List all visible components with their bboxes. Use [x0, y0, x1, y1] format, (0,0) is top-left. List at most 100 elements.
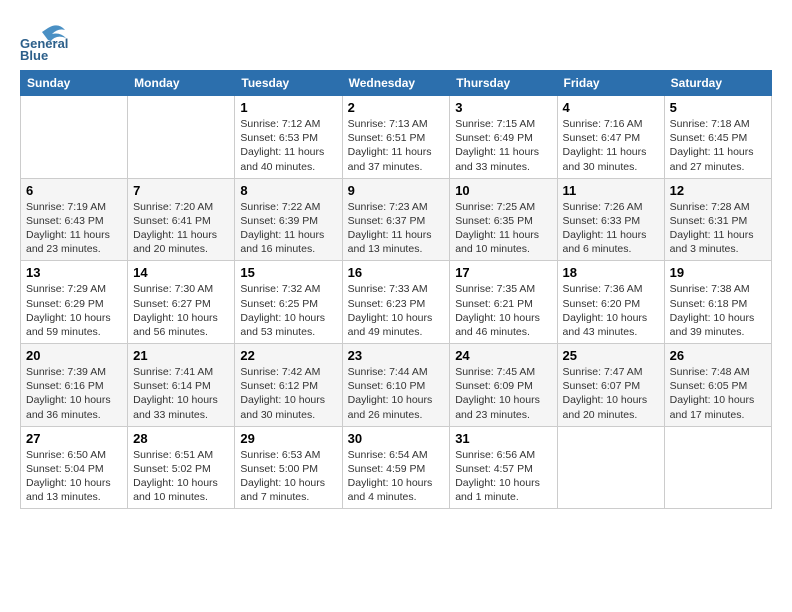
day-info: Sunrise: 7:35 AM Sunset: 6:21 PM Dayligh… — [455, 282, 551, 339]
col-header-sunday: Sunday — [21, 71, 128, 96]
col-header-tuesday: Tuesday — [235, 71, 342, 96]
day-info: Sunrise: 7:13 AM Sunset: 6:51 PM Dayligh… — [348, 117, 445, 174]
day-number: 26 — [670, 348, 766, 363]
calendar-cell: 19 Sunrise: 7:38 AM Sunset: 6:18 PM Dayli… — [664, 261, 771, 344]
day-info: Sunrise: 6:50 AM Sunset: 5:04 PM Dayligh… — [26, 448, 122, 505]
day-info: Sunrise: 7:48 AM Sunset: 6:05 PM Dayligh… — [670, 365, 766, 422]
day-info: Sunrise: 7:20 AM Sunset: 6:41 PM Dayligh… — [133, 200, 229, 257]
calendar-cell: 29Sunrise: 6:53 AM Sunset: 5:00 PM Dayli… — [235, 426, 342, 509]
day-info: Sunrise: 7:19 AM Sunset: 6:43 PM Dayligh… — [26, 200, 122, 257]
day-number: 5 — [670, 100, 766, 115]
calendar-cell: 9 Sunrise: 7:23 AM Sunset: 6:37 PM Daylig… — [342, 178, 450, 261]
calendar-cell: 8 Sunrise: 7:22 AM Sunset: 6:39 PM Daylig… — [235, 178, 342, 261]
calendar-cell: 4 Sunrise: 7:16 AM Sunset: 6:47 PM Daylig… — [557, 96, 664, 179]
col-header-thursday: Thursday — [450, 71, 557, 96]
day-number: 23 — [348, 348, 445, 363]
col-header-monday: Monday — [128, 71, 235, 96]
day-info: Sunrise: 7:22 AM Sunset: 6:39 PM Dayligh… — [240, 200, 336, 257]
day-info: Sunrise: 6:54 AM Sunset: 4:59 PM Dayligh… — [348, 448, 445, 505]
day-number: 4 — [563, 100, 659, 115]
calendar-cell: 23 Sunrise: 7:44 AM Sunset: 6:10 PM Dayli… — [342, 344, 450, 427]
calendar-cell: 16Sunrise: 7:33 AM Sunset: 6:23 PM Dayli… — [342, 261, 450, 344]
day-number: 3 — [455, 100, 551, 115]
calendar-cell: 28 Sunrise: 6:51 AM Sunset: 5:02 PM Dayli… — [128, 426, 235, 509]
calendar-cell: 2 Sunrise: 7:13 AM Sunset: 6:51 PM Daylig… — [342, 96, 450, 179]
day-number: 22 — [240, 348, 336, 363]
day-number: 8 — [240, 183, 336, 198]
day-number: 1 — [240, 100, 336, 115]
week-row-4: 20Sunrise: 7:39 AM Sunset: 6:16 PM Dayli… — [21, 344, 772, 427]
calendar-cell: 25 Sunrise: 7:47 AM Sunset: 6:07 PM Dayli… — [557, 344, 664, 427]
calendar-cell: 24 Sunrise: 7:45 AM Sunset: 6:09 PM Dayli… — [450, 344, 557, 427]
day-info: Sunrise: 7:45 AM Sunset: 6:09 PM Dayligh… — [455, 365, 551, 422]
day-info: Sunrise: 7:32 AM Sunset: 6:25 PM Dayligh… — [240, 282, 336, 339]
calendar-cell: 13 Sunrise: 7:29 AM Sunset: 6:29 PM Dayli… — [21, 261, 128, 344]
logo: GeneralBlue — [20, 20, 70, 60]
day-info: Sunrise: 7:28 AM Sunset: 6:31 PM Dayligh… — [670, 200, 766, 257]
calendar-cell: 3 Sunrise: 7:15 AM Sunset: 6:49 PM Daylig… — [450, 96, 557, 179]
calendar-cell: 5 Sunrise: 7:18 AM Sunset: 6:45 PM Daylig… — [664, 96, 771, 179]
day-info: Sunrise: 7:41 AM Sunset: 6:14 PM Dayligh… — [133, 365, 229, 422]
calendar-cell: 22 Sunrise: 7:42 AM Sunset: 6:12 PM Dayli… — [235, 344, 342, 427]
day-number: 18 — [563, 265, 659, 280]
day-info: Sunrise: 7:38 AM Sunset: 6:18 PM Dayligh… — [670, 282, 766, 339]
day-info: Sunrise: 7:42 AM Sunset: 6:12 PM Dayligh… — [240, 365, 336, 422]
day-info: Sunrise: 7:39 AM Sunset: 6:16 PM Dayligh… — [26, 365, 122, 422]
calendar-cell: 14 Sunrise: 7:30 AM Sunset: 6:27 PM Dayli… — [128, 261, 235, 344]
day-number: 14 — [133, 265, 229, 280]
day-number: 11 — [563, 183, 659, 198]
day-number: 15 — [240, 265, 336, 280]
day-info: Sunrise: 7:44 AM Sunset: 6:10 PM Dayligh… — [348, 365, 445, 422]
day-info: Sunrise: 6:56 AM Sunset: 4:57 PM Dayligh… — [455, 448, 551, 505]
day-info: Sunrise: 6:51 AM Sunset: 5:02 PM Dayligh… — [133, 448, 229, 505]
day-number: 25 — [563, 348, 659, 363]
calendar-cell: 11 Sunrise: 7:26 AM Sunset: 6:33 PM Dayli… — [557, 178, 664, 261]
week-row-5: 27 Sunrise: 6:50 AM Sunset: 5:04 PM Dayli… — [21, 426, 772, 509]
day-number: 28 — [133, 431, 229, 446]
day-number: 31 — [455, 431, 551, 446]
calendar-cell: 26 Sunrise: 7:48 AM Sunset: 6:05 PM Dayli… — [664, 344, 771, 427]
day-info: Sunrise: 7:29 AM Sunset: 6:29 PM Dayligh… — [26, 282, 122, 339]
day-number: 24 — [455, 348, 551, 363]
calendar-cell: 21 Sunrise: 7:41 AM Sunset: 6:14 PM Dayli… — [128, 344, 235, 427]
svg-text:Blue: Blue — [20, 48, 48, 60]
day-info: Sunrise: 7:25 AM Sunset: 6:35 PM Dayligh… — [455, 200, 551, 257]
calendar-cell — [21, 96, 128, 179]
calendar-cell: 18 Sunrise: 7:36 AM Sunset: 6:20 PM Dayli… — [557, 261, 664, 344]
day-number: 7 — [133, 183, 229, 198]
day-info: Sunrise: 7:30 AM Sunset: 6:27 PM Dayligh… — [133, 282, 229, 339]
day-number: 12 — [670, 183, 766, 198]
day-number: 21 — [133, 348, 229, 363]
day-number: 6 — [26, 183, 122, 198]
calendar-cell: 12 Sunrise: 7:28 AM Sunset: 6:31 PM Dayli… — [664, 178, 771, 261]
calendar-cell: 1 Sunrise: 7:12 AM Sunset: 6:53 PM Daylig… — [235, 96, 342, 179]
calendar-cell: 27 Sunrise: 6:50 AM Sunset: 5:04 PM Dayli… — [21, 426, 128, 509]
week-row-3: 13 Sunrise: 7:29 AM Sunset: 6:29 PM Dayli… — [21, 261, 772, 344]
calendar-cell: 6 Sunrise: 7:19 AM Sunset: 6:43 PM Daylig… — [21, 178, 128, 261]
calendar-cell: 20Sunrise: 7:39 AM Sunset: 6:16 PM Dayli… — [21, 344, 128, 427]
day-info: Sunrise: 7:18 AM Sunset: 6:45 PM Dayligh… — [670, 117, 766, 174]
day-number: 10 — [455, 183, 551, 198]
day-info: Sunrise: 7:15 AM Sunset: 6:49 PM Dayligh… — [455, 117, 551, 174]
day-info: Sunrise: 7:16 AM Sunset: 6:47 PM Dayligh… — [563, 117, 659, 174]
day-number: 19 — [670, 265, 766, 280]
logo-svg: GeneralBlue — [20, 20, 70, 60]
col-header-wednesday: Wednesday — [342, 71, 450, 96]
day-info: Sunrise: 7:23 AM Sunset: 6:37 PM Dayligh… — [348, 200, 445, 257]
col-header-friday: Friday — [557, 71, 664, 96]
day-number: 9 — [348, 183, 445, 198]
day-number: 17 — [455, 265, 551, 280]
day-number: 13 — [26, 265, 122, 280]
day-number: 2 — [348, 100, 445, 115]
day-info: Sunrise: 7:47 AM Sunset: 6:07 PM Dayligh… — [563, 365, 659, 422]
day-number: 30 — [348, 431, 445, 446]
day-number: 27 — [26, 431, 122, 446]
day-info: Sunrise: 7:12 AM Sunset: 6:53 PM Dayligh… — [240, 117, 336, 174]
week-row-1: 1 Sunrise: 7:12 AM Sunset: 6:53 PM Daylig… — [21, 96, 772, 179]
day-info: Sunrise: 6:53 AM Sunset: 5:00 PM Dayligh… — [240, 448, 336, 505]
day-info: Sunrise: 7:36 AM Sunset: 6:20 PM Dayligh… — [563, 282, 659, 339]
calendar-cell — [664, 426, 771, 509]
calendar-cell: 15 Sunrise: 7:32 AM Sunset: 6:25 PM Dayli… — [235, 261, 342, 344]
day-info: Sunrise: 7:26 AM Sunset: 6:33 PM Dayligh… — [563, 200, 659, 257]
page-header: GeneralBlue — [20, 20, 772, 60]
